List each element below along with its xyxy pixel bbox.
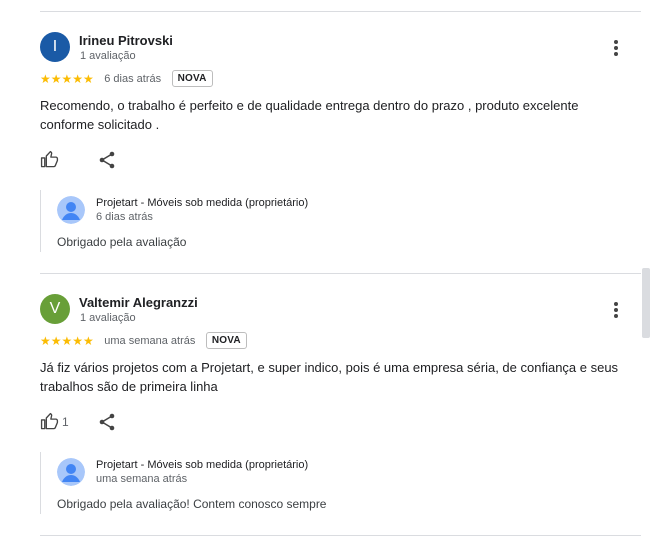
review-time: 6 dias atrás — [104, 72, 162, 85]
reviewer-avatar[interactable]: I — [40, 32, 70, 62]
review-actions: 1 — [40, 412, 160, 434]
owner-reply-time: 6 dias atrás — [96, 211, 153, 223]
owner-name: Projetart - Móveis sob medida (proprietá… — [96, 197, 309, 209]
new-badge: NOVA — [171, 70, 213, 88]
like-count: 1 — [62, 414, 69, 429]
review-card: V Valtemir Alegranzzi 1 avaliação ★★★★★ … — [40, 294, 641, 524]
rating-row: ★★★★★ uma semana atrás NOVA — [40, 332, 247, 350]
review-text: Já fiz vários projetos com a Projetart, … — [40, 360, 619, 394]
more-options-button[interactable] — [612, 40, 620, 60]
reviewer-review-count: 1 avaliação — [80, 312, 136, 324]
owner-name: Projetart - Móveis sob medida (proprietá… — [96, 459, 309, 471]
reviewer-name[interactable]: Valtemir Alegranzzi — [79, 295, 198, 310]
owner-reply-text: Obrigado pela avaliação! Contem conosco … — [57, 497, 327, 511]
share-button[interactable] — [99, 413, 115, 436]
review-divider — [40, 273, 641, 274]
reviewer-name[interactable]: Irineu Pitrovski — [79, 33, 173, 48]
review-text: Recomendo, o trabalho é perfeito e de qu… — [40, 98, 579, 132]
new-badge: NOVA — [205, 332, 247, 350]
review-card: I Irineu Pitrovski 1 avaliação ★★★★★ 6 d… — [40, 32, 641, 262]
reviewer-avatar[interactable]: V — [40, 294, 70, 324]
share-icon — [99, 151, 115, 169]
like-button[interactable] — [40, 150, 62, 169]
rating-row: ★★★★★ 6 dias atrás NOVA — [40, 70, 213, 88]
owner-reply: Projetart - Móveis sob medida (proprietá… — [40, 452, 631, 514]
owner-reply-text: Obrigado pela avaliação — [57, 235, 187, 249]
review-time: uma semana atrás — [104, 334, 196, 347]
more-options-button[interactable] — [612, 302, 620, 322]
thumb-up-icon — [40, 412, 59, 430]
thumb-up-icon — [40, 150, 59, 168]
top-divider — [40, 11, 641, 12]
review-actions — [40, 150, 160, 172]
owner-reply-time: uma semana atrás — [96, 473, 188, 485]
owner-reply: Projetart - Móveis sob medida (proprietá… — [40, 190, 631, 252]
more-vert-icon — [614, 302, 618, 306]
star-rating: ★★★★★ — [40, 71, 94, 86]
bottom-divider — [40, 535, 641, 536]
owner-avatar[interactable] — [57, 196, 85, 224]
more-vert-icon — [614, 40, 618, 44]
share-icon — [99, 413, 115, 431]
owner-avatar[interactable] — [57, 458, 85, 486]
scrollbar-thumb[interactable] — [642, 268, 650, 338]
reviewer-review-count: 1 avaliação — [80, 50, 136, 62]
star-rating: ★★★★★ — [40, 333, 94, 348]
like-button[interactable]: 1 — [40, 412, 69, 431]
share-button[interactable] — [99, 151, 115, 174]
